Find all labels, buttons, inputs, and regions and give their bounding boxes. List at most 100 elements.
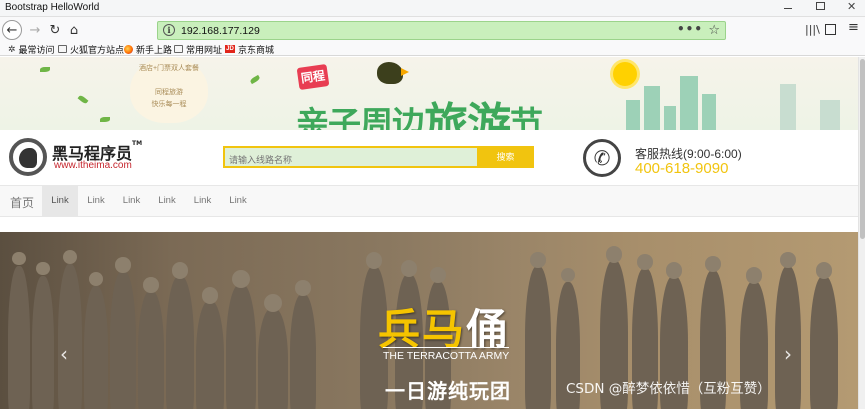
nav-link-active[interactable]: Link [42,186,78,216]
warrior-figure [166,276,194,409]
hero-title-english: THE TERRACOTTA ARMY [383,347,510,362]
nav-link[interactable]: Link [185,186,220,216]
warrior-head [115,257,131,273]
url-text[interactable]: 192.168.177.129 [181,25,260,37]
warrior-head [201,287,219,304]
warrior-head [605,246,623,263]
gear-icon: ✲ [8,43,16,54]
warrior-head [815,262,833,279]
warrior-head [62,250,78,265]
jd-icon: JD [225,45,235,53]
browser-toolbar: ← → ↻ ⌂ i 192.168.177.129 ••• ☆ |||\ ≡ [0,17,865,42]
promo-banner[interactable]: 酒店+门票双人套餐 同程旅游 快乐每一程 同程 亲子周边旅游节 [0,57,858,130]
library-icon[interactable]: |||\ [805,23,820,36]
promo-headline: 亲子周边旅游节 [296,99,543,130]
building-decoration [820,100,840,130]
warrior-head [264,294,282,312]
warrior-head [12,252,26,266]
horse-logo-icon[interactable] [9,138,47,176]
menu-icon[interactable]: ≡ [848,20,862,35]
leaf-decoration [249,74,261,85]
warrior-head [745,267,763,284]
bookmark-most-visited[interactable]: ✲ 最常访问 [8,42,55,56]
sun-icon [613,62,637,86]
page-content: 酒店+门票双人套餐 同程旅游 快乐每一程 同程 亲子周边旅游节 黑马程序员TM … [0,57,858,409]
folder-icon [174,45,183,53]
site-navbar: 首页 Link Link Link Link Link Link [0,185,858,217]
promo-cloud: 酒店+门票双人套餐 同程旅游 快乐每一程 [130,57,208,123]
warrior-head [705,256,721,272]
bookmark-getting-started[interactable]: 新手上路 [124,42,172,56]
bookmark-jd[interactable]: JD 京东商城 [225,42,274,56]
warrior-head [143,277,159,293]
phone-icon: ✆ [583,139,621,177]
warrior-figure [32,276,54,409]
building-decoration [644,86,660,130]
warrior-head [171,262,189,279]
sidebar-icon[interactable] [825,24,836,35]
window-title-bar: Bootstrap HelloWorld ✕ [0,0,865,17]
warrior-head [780,252,796,268]
scrollbar-thumb[interactable] [860,59,865,239]
warrior-head [430,267,446,283]
warrior-head [560,268,576,283]
warrior-head [637,254,653,270]
warrior-head [665,262,683,279]
warrior-figure [258,308,288,409]
warrior-figure [775,266,801,409]
site-header: 黑马程序员TM www.itheima.com 搜索 ✆ 客服热线(9:00-6… [0,130,858,185]
building-decoration [626,100,640,130]
nav-brand-home[interactable]: 首页 [10,194,34,211]
warrior-figure [290,294,316,409]
search-button[interactable]: 搜索 [477,146,534,168]
warrior-head [36,262,50,276]
building-decoration [780,84,796,130]
bookmark-star-icon[interactable]: ☆ [708,23,720,38]
building-decoration [680,76,698,130]
warrior-figure [8,266,30,409]
search-input[interactable] [225,151,477,169]
firefox-icon [124,44,133,54]
logo-url[interactable]: www.itheima.com [54,160,132,171]
nav-link[interactable]: Link [149,186,185,216]
building-decoration [702,94,716,130]
warrior-figure [810,276,838,409]
maximize-icon[interactable] [816,2,825,10]
warrior-head [295,280,311,296]
carousel-prev-icon[interactable]: ‹ [60,342,68,366]
warrior-head [530,252,546,268]
warrior-head [365,252,383,269]
warrior-figure [58,264,82,409]
page-actions-icon[interactable]: ••• [677,22,703,36]
nav-link[interactable]: Link [220,186,256,216]
back-arrow-icon[interactable]: ← [2,20,22,40]
bookmark-common-sites[interactable]: 常用网址 [174,42,222,56]
warrior-figure [138,291,164,409]
page-scrollbar[interactable] [858,57,865,409]
close-icon[interactable]: ✕ [847,0,856,13]
hotline-number: 400-618-9090 [635,160,729,177]
warrior-figure [525,266,551,409]
home-icon[interactable]: ⌂ [64,20,84,40]
folder-icon [58,45,67,53]
address-bar[interactable]: i 192.168.177.129 ••• ☆ [157,21,726,40]
reload-icon[interactable]: ↻ [45,20,65,40]
nav-link[interactable]: Link [114,186,149,216]
bookmark-firefox-site[interactable]: 火狐官方站点 [58,42,124,56]
leaf-decoration [40,67,50,72]
search-box [223,146,477,169]
tab-title[interactable]: Bootstrap HelloWorld [5,2,99,13]
carousel-next-icon[interactable]: › [784,342,792,366]
hero-subtitle: 一日游纯玩团 [385,379,511,403]
bookmarks-toolbar: ✲ 最常访问 火狐官方站点 新手上路 常用网址 JD 京东商城 [0,42,865,56]
forward-arrow-icon[interactable]: → [25,20,45,40]
warrior-head [88,272,104,287]
warrior-head [400,260,418,277]
warrior-figure [110,271,136,409]
hero-carousel[interactable]: ‹ › 兵马俑 THE TERRACOTTA ARMY 一日游纯玩团 CSDN … [0,232,858,409]
leaf-decoration [77,94,89,105]
building-decoration [664,106,676,130]
minimize-icon[interactable] [784,2,792,9]
nav-link[interactable]: Link [78,186,114,216]
site-info-icon[interactable]: i [163,24,175,36]
